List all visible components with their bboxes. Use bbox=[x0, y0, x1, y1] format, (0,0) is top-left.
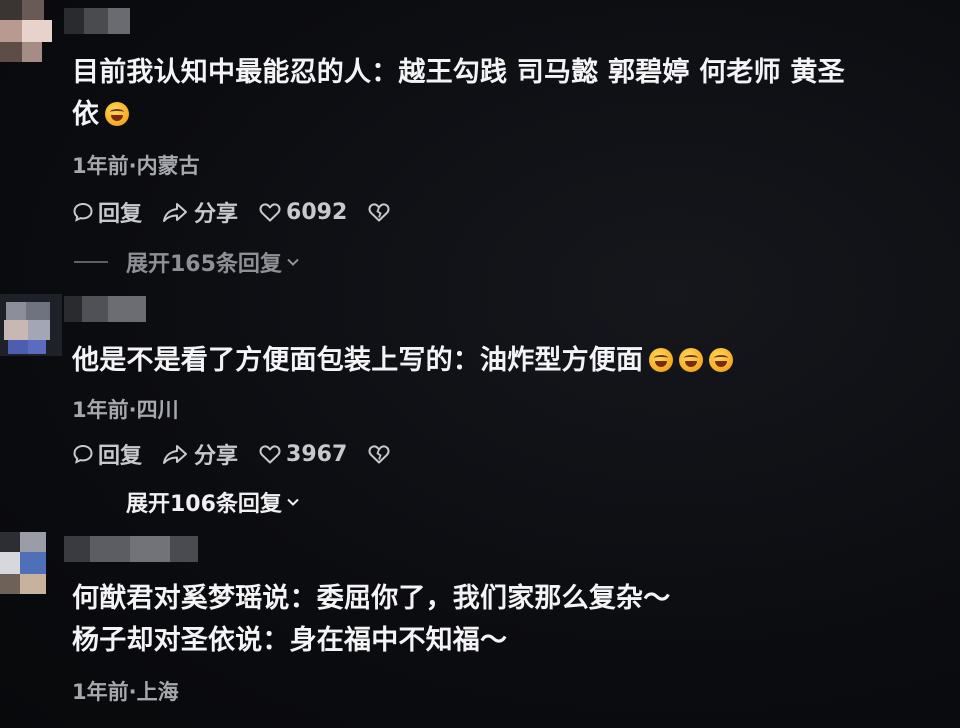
comment-line: 目前我认知中最能忍的人：越王勾践 司马懿 郭碧婷 何老师 黄圣 bbox=[72, 57, 845, 88]
username-blurred[interactable] bbox=[64, 296, 146, 322]
avatar[interactable] bbox=[0, 0, 62, 62]
reply-label: 回复 bbox=[98, 202, 143, 227]
share-label: 分享 bbox=[194, 444, 239, 469]
expand-replies-button[interactable]: 展开106条回复 bbox=[126, 486, 302, 518]
comment-item: 他是不是看了方便面包装上写的：油炸型方便面 1年前·四川 回复 分享 3967 … bbox=[0, 290, 960, 520]
divider-dash bbox=[74, 261, 108, 263]
speech-bubble-icon bbox=[73, 444, 93, 464]
broken-heart-icon bbox=[368, 203, 390, 222]
comment-line-wrap: 依 bbox=[72, 94, 936, 136]
share-label: 分享 bbox=[194, 202, 239, 227]
avatar[interactable] bbox=[0, 532, 62, 594]
laughing-face-emoji-icon bbox=[105, 102, 130, 126]
share-arrow-icon bbox=[163, 445, 188, 464]
comment-item: 何猷君对奚梦瑶说：委屈你了，我们家那么复杂～ 杨子却对圣依说：身在福中不知福～ … bbox=[0, 530, 960, 728]
like-count: 6092 bbox=[286, 199, 348, 225]
dislike-button[interactable] bbox=[367, 201, 395, 223]
comment-text: 目前我认知中最能忍的人：越王勾践 司马懿 郭碧婷 何老师 黄圣 依 bbox=[72, 52, 936, 136]
comment-item: 目前我认知中最能忍的人：越王勾践 司马懿 郭碧婷 何老师 黄圣 依 1年前·内蒙… bbox=[0, 0, 960, 285]
username-blurred[interactable] bbox=[64, 8, 130, 34]
laughing-face-emoji-icon bbox=[649, 348, 674, 372]
chevron-down-icon bbox=[287, 498, 299, 506]
broken-heart-icon bbox=[368, 445, 390, 464]
expand-replies-label: 展开106条回复 bbox=[126, 492, 282, 517]
laughing-face-emoji-icon bbox=[709, 348, 734, 372]
reply-label: 回复 bbox=[98, 444, 143, 469]
share-button[interactable]: 分享 bbox=[162, 438, 238, 470]
comment-line: 杨子却对圣依说：身在福中不知福～ bbox=[72, 625, 508, 656]
heart-icon bbox=[259, 445, 281, 464]
comment-line-text: 他是不是看了方便面包装上写的：油炸型方便面 bbox=[72, 345, 644, 376]
reply-button[interactable]: 回复 bbox=[72, 196, 142, 228]
like-button[interactable]: 3967 bbox=[258, 442, 347, 467]
comment-line-text: 依 bbox=[72, 99, 100, 130]
comment-text: 何猷君对奚梦瑶说：委屈你了，我们家那么复杂～ 杨子却对圣依说：身在福中不知福～ bbox=[72, 578, 936, 662]
share-arrow-icon bbox=[163, 203, 188, 222]
comment-actions: 回复 分享 6092 bbox=[72, 196, 415, 228]
dislike-button[interactable] bbox=[367, 443, 395, 465]
comment-meta: 1年前·四川 bbox=[72, 398, 179, 422]
comment-meta: 1年前·上海 bbox=[72, 680, 179, 704]
chevron-down-icon bbox=[287, 258, 299, 266]
username-blurred[interactable] bbox=[64, 536, 198, 562]
laughing-face-emoji-icon bbox=[679, 348, 704, 372]
avatar[interactable] bbox=[0, 294, 62, 356]
like-count: 3967 bbox=[286, 441, 348, 467]
comment-text: 他是不是看了方便面包装上写的：油炸型方便面 bbox=[72, 340, 936, 382]
speech-bubble-icon bbox=[73, 202, 93, 222]
expand-replies-label: 展开165条回复 bbox=[126, 252, 282, 277]
comment-line-wrap: 他是不是看了方便面包装上写的：油炸型方便面 bbox=[72, 340, 936, 382]
comment-meta: 1年前·内蒙古 bbox=[72, 154, 200, 178]
comment-line: 何猷君对奚梦瑶说：委屈你了，我们家那么复杂～ bbox=[72, 583, 671, 614]
share-button[interactable]: 分享 bbox=[162, 196, 238, 228]
reply-button[interactable]: 回复 bbox=[72, 438, 142, 470]
comment-actions: 回复 分享 3967 bbox=[72, 438, 415, 470]
like-button[interactable]: 6092 bbox=[258, 200, 347, 225]
expand-replies-button[interactable]: 展开165条回复 bbox=[74, 246, 302, 278]
heart-icon bbox=[259, 203, 281, 222]
